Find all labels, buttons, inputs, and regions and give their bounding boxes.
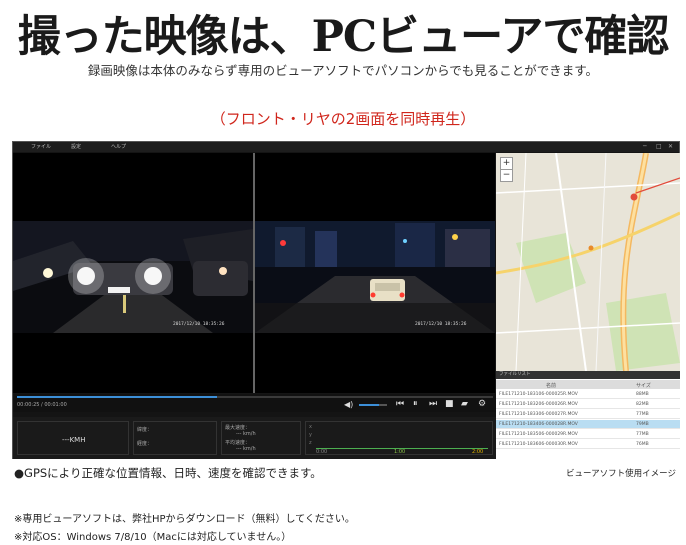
front-camera-video[interactable]: 2017/12/10 18:35:26 [13,153,253,393]
menu-bar: ファイル 設定 ヘルプ ─ □ ✕ [13,142,679,152]
max-speed-value: --- km/h [236,431,256,437]
file-size: 77MB [636,432,649,437]
file-size: 88MB [636,392,649,397]
footnote-os: ※対応OS：Windows 7/8/10（Macには対応していません。） [14,532,292,543]
file-list-header: 名前 サイズ [496,380,680,389]
rear-camera-video[interactable]: 2017/12/10 18:35:26 [255,153,495,393]
file-list-panel: ファイルリスト 名前 サイズ FILE171210-183106-000025R… [496,371,680,459]
folder-icon[interactable]: ▰ [461,399,468,409]
seek-progress [17,396,217,398]
file-list-row[interactable]: FILE171210-183106-000025R.MOV 88MB [496,390,680,399]
file-name: FILE171210-183306-000027R.MOV [499,412,578,417]
playback-control-bar: 00:00:25 / 00:01:00 ◀) ⏮ ⏸ ⏭ ■ ▰ ⚙ [13,394,496,412]
file-list-row[interactable]: FILE171210-183206-000026R.MOV 82MB [496,400,680,409]
coordinates-box: 緯度： 経度： [133,421,217,455]
telemetry-panel: ---KMH 緯度： 経度： 最大速度： --- km/h 平均速度： --- … [13,417,496,459]
file-name: FILE171210-183106-000025R.MOV [499,392,578,397]
graph-tick-2: 2:00 [472,449,484,455]
file-name: FILE171210-183506-000029R.MOV [499,432,578,437]
file-name: FILE171210-183206-000026R.MOV [499,402,578,407]
file-list-row[interactable]: FILE171210-183306-000027R.MOV 77MB [496,410,680,419]
close-icon[interactable]: ✕ [668,143,673,150]
file-list-row[interactable]: FILE171210-183506-000029R.MOV 77MB [496,430,680,439]
settings-icon[interactable]: ⚙ [478,399,486,409]
menu-file[interactable]: ファイル [31,143,51,150]
subheadline: 録画映像は本体のみならず専用のビューアソフトでパソコンからでも見ることができます… [87,63,599,78]
location-pin-icon [630,193,638,201]
avg-speed-label: 平均速度： [225,440,251,446]
gps-map[interactable]: + − [496,153,680,371]
image-note: ビューアソフト使用イメージ [566,469,676,479]
graph-tick-0: 0:00 [316,449,328,455]
speed-stats-box: 最大速度： --- km/h 平均速度： --- km/h [221,421,301,455]
volume-slider[interactable] [359,404,387,406]
footnote-download: ※専用ビューアソフトは、弊社HPからダウンロード（無料）してください。 [14,514,355,525]
pause-icon[interactable]: ⏸ [413,399,418,409]
file-list-title: ファイルリスト [496,371,680,379]
gps-note: ●GPSにより正確な位置情報、日時、速度を確認できます。 [14,466,322,480]
dual-playback-caption: （フロント・リヤの2画面を同時再生） [210,110,476,128]
graph-label-y: y [309,432,312,438]
file-size: 79MB [636,422,649,427]
volume-icon[interactable]: ◀) [344,400,353,409]
minimize-icon[interactable]: ─ [643,143,647,150]
front-timestamp: 2017/12/10 18:35:26 [173,321,225,327]
seek-track[interactable] [17,396,493,398]
file-name: FILE171210-183406-000028R.MOV [499,422,578,427]
headline: 撮った映像は、PCビューアで確認 [17,12,670,62]
maximize-icon[interactable]: □ [656,143,662,150]
time-display: 00:00:25 / 00:01:00 [17,402,67,408]
file-list-row[interactable]: FILE171210-183606-000030R.MOV 76MB [496,440,680,449]
file-name: FILE171210-183606-000030R.MOV [499,442,578,447]
column-name: 名前 [546,383,557,389]
max-speed-label: 最大速度： [225,425,251,431]
speed-box: ---KMH [17,421,129,455]
file-size: 77MB [636,412,649,417]
graph-label-z: z [309,440,312,446]
g-sensor-graph: x y z 0:00 1:00 2:00 [305,421,493,455]
rear-timestamp: 2017/12/10 18:35:26 [415,321,467,327]
menu-help[interactable]: ヘルプ [111,143,126,150]
graph-tick-1: 1:00 [394,449,406,455]
latitude-label: 緯度： [137,427,153,433]
file-list-row[interactable]: FILE171210-183406-000028R.MOV 79MB [496,420,680,429]
column-size: サイズ [636,383,651,389]
file-size: 82MB [636,402,649,407]
speed-readout: ---KMH [62,436,86,444]
zoom-out-button[interactable]: − [500,169,513,182]
stop-icon[interactable]: ■ [445,399,454,409]
longitude-label: 経度： [137,441,153,447]
file-size: 76MB [636,442,649,447]
rear-camera-frame: 2017/12/10 18:35:26 [255,221,495,333]
graph-label-x: x [309,424,312,430]
previous-icon[interactable]: ⏮ [396,399,404,409]
next-icon[interactable]: ⏭ [429,399,437,409]
front-camera-frame: 2017/12/10 18:35:26 [13,221,253,333]
menu-settings[interactable]: 設定 [71,143,81,150]
viewer-app-window: ファイル 設定 ヘルプ ─ □ ✕ 2017/12/10 18:35:26 20… [12,141,680,459]
avg-speed-value: --- km/h [236,446,256,452]
map-canvas [496,153,680,371]
